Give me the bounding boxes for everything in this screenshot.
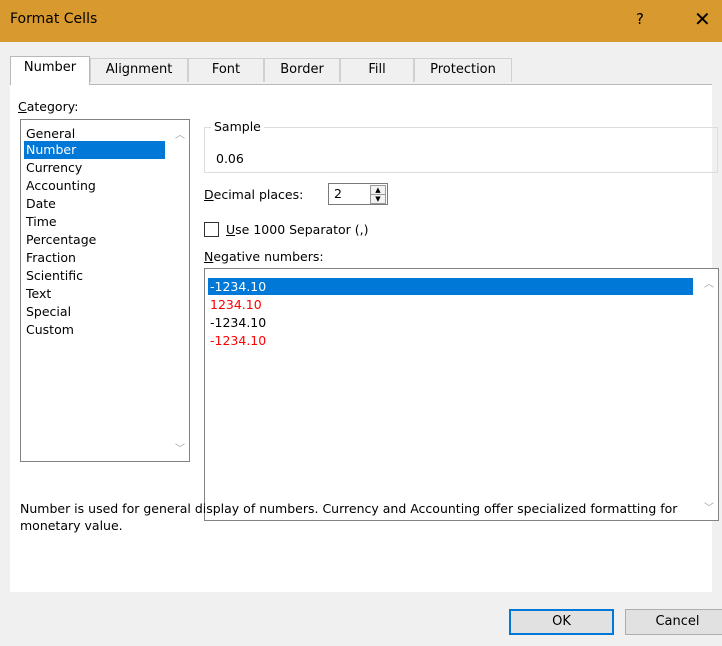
tab-border[interactable]: Border <box>264 58 340 82</box>
dialog-content: Number Alignment Font Border Fill Protec… <box>0 42 722 593</box>
category-label: Category: <box>18 99 79 114</box>
tab-font[interactable]: Font <box>188 58 264 82</box>
dialog-title: Format Cells <box>10 11 98 27</box>
tab-number[interactable]: Number <box>10 56 90 85</box>
category-item-custom[interactable]: Custom <box>24 321 165 339</box>
tab-alignment[interactable]: Alignment <box>90 58 188 82</box>
negative-item-4[interactable]: -1234.10 <box>208 332 693 349</box>
decimal-places-value[interactable]: 2 <box>334 186 342 201</box>
negative-numbers-scrollbar[interactable]: ︿ ﹀ <box>700 269 718 520</box>
use-1000-separator-label[interactable]: Use 1000 Separator (,) <box>226 222 369 237</box>
sample-label: Sample <box>211 119 264 134</box>
category-item-date[interactable]: Date <box>24 195 165 213</box>
category-item-percentage[interactable]: Percentage <box>24 231 165 249</box>
negative-item-2[interactable]: 1234.10 <box>208 296 693 313</box>
negative-numbers-label: Negative numbers: <box>204 249 324 264</box>
title-bar: Format Cells ? ✕ <box>0 0 722 42</box>
decimal-places-label: Decimal places: <box>204 187 304 202</box>
use-1000-separator-checkbox[interactable] <box>204 222 219 237</box>
category-list[interactable]: General Number Currency Accounting Date … <box>20 119 190 462</box>
category-item-accounting[interactable]: Accounting <box>24 177 165 195</box>
sample-group <box>204 127 718 173</box>
spin-down-icon[interactable]: ▼ <box>370 194 386 204</box>
close-button[interactable]: ✕ <box>694 7 711 31</box>
category-item-number[interactable]: Number <box>24 141 165 159</box>
category-item-special[interactable]: Special <box>24 303 165 321</box>
format-cells-dialog: Format Cells ? ✕ Number Alignment Font B… <box>0 0 722 646</box>
category-item-currency[interactable]: Currency <box>24 159 165 177</box>
category-item-time[interactable]: Time <box>24 213 165 231</box>
ok-button[interactable]: OK <box>509 609 614 635</box>
dialog-footer: OK Cancel <box>0 592 722 646</box>
scroll-up-icon[interactable]: ︿ <box>700 275 718 290</box>
decimal-places-spinner[interactable]: ▲ ▼ <box>370 185 386 204</box>
scroll-down-icon[interactable]: ﹀ <box>171 440 189 455</box>
category-item-text[interactable]: Text <box>24 285 165 303</box>
negative-numbers-list[interactable]: -1234.10 1234.10 -1234.10 -1234.10 ︿ ﹀ <box>204 268 719 521</box>
negative-item-1[interactable]: -1234.10 <box>208 278 693 295</box>
category-scrollbar[interactable]: ︿ ﹀ <box>171 120 189 461</box>
category-item-scientific[interactable]: Scientific <box>24 267 165 285</box>
tab-fill[interactable]: Fill <box>340 58 414 82</box>
negative-item-3[interactable]: -1234.10 <box>208 314 693 331</box>
sample-value: 0.06 <box>216 151 244 166</box>
category-description: Number is used for general display of nu… <box>20 501 678 533</box>
scroll-up-icon[interactable]: ︿ <box>171 126 189 141</box>
tab-protection[interactable]: Protection <box>414 58 512 82</box>
help-button[interactable]: ? <box>636 10 644 28</box>
decimal-places-stepper[interactable]: 2 ▲ ▼ <box>328 183 388 205</box>
category-item-fraction[interactable]: Fraction <box>24 249 165 267</box>
number-tab-panel: Category: General Number Currency Accoun… <box>10 84 719 593</box>
cancel-button[interactable]: Cancel <box>625 609 722 635</box>
